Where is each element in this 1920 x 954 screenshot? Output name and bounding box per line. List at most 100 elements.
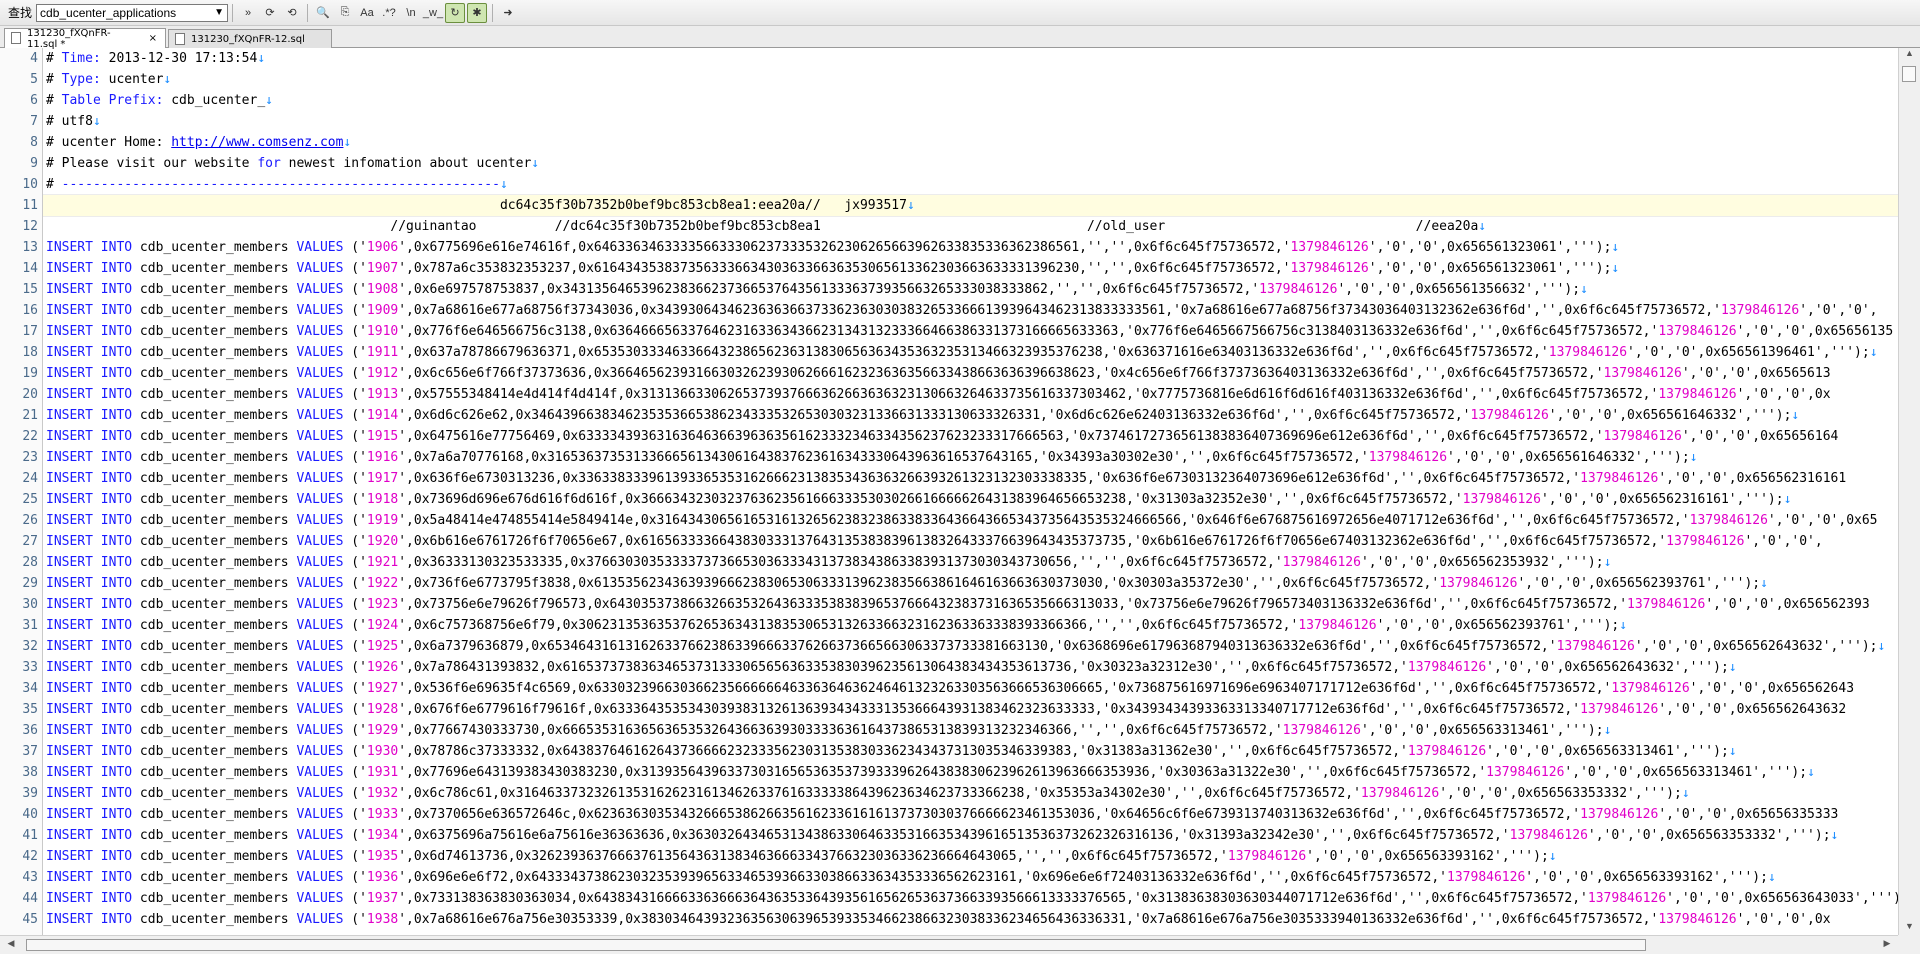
- tab-file-12[interactable]: 131230_fXQnFR-12.sql: [168, 29, 332, 48]
- line-number: 8: [30, 135, 38, 150]
- code-line[interactable]: INSERT INTO cdb_ucenter_members VALUES (…: [43, 888, 1899, 909]
- code-line[interactable]: INSERT INTO cdb_ucenter_members VALUES (…: [43, 615, 1899, 636]
- expand-icon[interactable]: »: [238, 3, 258, 23]
- code-line[interactable]: INSERT INTO cdb_ucenter_members VALUES (…: [43, 636, 1899, 657]
- find-combobox[interactable]: ▼: [36, 3, 229, 22]
- code-token: Type:: [61, 72, 101, 87]
- wrap-icon[interactable]: ↻: [445, 2, 466, 23]
- close-icon[interactable]: ×: [149, 33, 157, 44]
- sql-keyword: INSERT INTO: [46, 597, 133, 612]
- search-icon[interactable]: 🔍: [313, 3, 333, 23]
- code-line[interactable]: INSERT INTO cdb_ucenter_members VALUES (…: [43, 594, 1899, 615]
- vertical-scrollbar[interactable]: ▲ ▼: [1898, 48, 1920, 935]
- code-line[interactable]: INSERT INTO cdb_ucenter_members VALUES (…: [43, 363, 1899, 384]
- sql-keyword: INSERT INTO: [46, 702, 133, 717]
- line-number: 19: [22, 366, 38, 381]
- scroll-right-icon[interactable]: ▶: [1880, 938, 1894, 949]
- code-line[interactable]: INSERT INTO cdb_ucenter_members VALUES (…: [43, 468, 1899, 489]
- code-line[interactable]: # Time: 2013-12-30 17:13:54↓: [43, 48, 1899, 69]
- code-line[interactable]: INSERT INTO cdb_ucenter_members VALUES (…: [43, 783, 1899, 804]
- tab-file-11[interactable]: 131230_fXQnFR-11.sql * ×: [4, 28, 166, 50]
- url-link[interactable]: http://www.comsenz.com: [171, 135, 343, 150]
- code-line[interactable]: INSERT INTO cdb_ucenter_members VALUES (…: [43, 258, 1899, 279]
- code-line[interactable]: INSERT INTO cdb_ucenter_members VALUES (…: [43, 867, 1899, 888]
- code-line[interactable]: INSERT INTO cdb_ucenter_members VALUES (…: [43, 405, 1899, 426]
- code-line[interactable]: //guinantao //dc64c35f30b7352b0bef9bc853…: [43, 216, 1899, 237]
- code-line[interactable]: INSERT INTO cdb_ucenter_members VALUES (…: [43, 384, 1899, 405]
- code-line[interactable]: INSERT INTO cdb_ucenter_members VALUES (…: [43, 321, 1899, 342]
- go-icon[interactable]: ➜: [498, 3, 518, 23]
- line-break-mark: ↓: [1830, 828, 1839, 843]
- code-token: ','0','0',0x656562316161: [1658, 471, 1847, 486]
- code-line[interactable]: INSERT INTO cdb_ucenter_members VALUES (…: [43, 342, 1899, 363]
- scroll-thumb[interactable]: [1902, 66, 1916, 82]
- sql-string: 1923: [366, 597, 399, 612]
- code-line[interactable]: INSERT INTO cdb_ucenter_members VALUES (…: [43, 279, 1899, 300]
- code-line[interactable]: INSERT INTO cdb_ucenter_members VALUES (…: [43, 573, 1899, 594]
- code-line[interactable]: INSERT INTO cdb_ucenter_members VALUES (…: [43, 426, 1899, 447]
- sql-string: 1927: [366, 681, 399, 696]
- line-number: 20: [22, 387, 38, 402]
- regex-icon[interactable]: .*?: [379, 3, 399, 23]
- code-line[interactable]: INSERT INTO cdb_ucenter_members VALUES (…: [43, 489, 1899, 510]
- code-line[interactable]: INSERT INTO cdb_ucenter_members VALUES (…: [43, 237, 1899, 258]
- code-line[interactable]: INSERT INTO cdb_ucenter_members VALUES (…: [43, 657, 1899, 678]
- code-editor[interactable]: 4 5 6 7 8 9 10 11 12 13 14 15 16 17 18 19 20 21 22 23 24 25 26…: [0, 48, 1920, 935]
- code-token: ','0','0',0x: [1736, 912, 1831, 927]
- line-number: 18: [22, 345, 38, 360]
- code-line[interactable]: # ucenter Home: http://www.comsenz.com↓: [43, 132, 1899, 153]
- code-line[interactable]: INSERT INTO cdb_ucenter_members VALUES (…: [43, 678, 1899, 699]
- whole-word-icon[interactable]: _w_: [423, 3, 443, 23]
- scroll-thumb-horizontal[interactable]: [26, 939, 1646, 951]
- code-line[interactable]: INSERT INTO cdb_ucenter_members VALUES (…: [43, 552, 1899, 573]
- code-line[interactable]: INSERT INTO cdb_ucenter_members VALUES (…: [43, 825, 1899, 846]
- scroll-up-icon[interactable]: ▲: [1899, 48, 1920, 62]
- highlight-all-icon[interactable]: ✱: [467, 2, 488, 23]
- code-line[interactable]: dc64c35f30b7352b0bef9bc853cb8ea1:eea20a/…: [43, 194, 1899, 217]
- chevron-down-icon[interactable]: ▼: [214, 7, 224, 18]
- line-number: 37: [22, 744, 38, 759]
- code-token: (': [343, 807, 367, 822]
- code-line[interactable]: INSERT INTO cdb_ucenter_members VALUES (…: [43, 804, 1899, 825]
- match-case-icon[interactable]: Aa: [357, 3, 377, 23]
- scroll-down-icon[interactable]: ▼: [1899, 921, 1920, 935]
- copy-icon[interactable]: ⎘: [335, 3, 355, 23]
- table-name: cdb_ucenter_members: [132, 555, 297, 570]
- code-token: (': [343, 387, 367, 402]
- code-token: ',0x6775696e616e74616f,0x646336346333356…: [398, 240, 1291, 255]
- newline-icon[interactable]: \n: [401, 3, 421, 23]
- code-token: (': [343, 471, 367, 486]
- code-area[interactable]: # Time: 2013-12-30 17:13:54↓ # Type: ucen…: [42, 48, 1899, 935]
- code-line[interactable]: INSERT INTO cdb_ucenter_members VALUES (…: [43, 720, 1899, 741]
- line-number: 33: [22, 660, 38, 675]
- find-prev-icon[interactable]: ⟲: [282, 3, 302, 23]
- sql-keyword: VALUES: [296, 807, 344, 822]
- code-token: ','0','0',0x656562393: [1705, 597, 1870, 612]
- sql-keyword: INSERT INTO: [46, 870, 133, 885]
- code-token: ',0x77696e643139383430383230,0x313935643…: [398, 765, 1487, 780]
- sql-string: 1909: [366, 303, 399, 318]
- scroll-left-icon[interactable]: ◀: [4, 938, 18, 949]
- horizontal-scrollbar[interactable]: ◀ ▶: [0, 935, 1898, 954]
- sql-string: 1379846126: [1580, 702, 1659, 717]
- sql-string: 1906: [366, 240, 399, 255]
- code-line[interactable]: INSERT INTO cdb_ucenter_members VALUES (…: [43, 447, 1899, 468]
- code-line[interactable]: INSERT INTO cdb_ucenter_members VALUES (…: [43, 300, 1899, 321]
- code-token: (': [343, 282, 367, 297]
- code-line[interactable]: INSERT INTO cdb_ucenter_members VALUES (…: [43, 510, 1899, 531]
- code-line[interactable]: # Please visit our website for newest in…: [43, 153, 1899, 174]
- code-line[interactable]: # Table Prefix: cdb_ucenter_↓: [43, 90, 1899, 111]
- find-next-icon[interactable]: ⟳: [260, 3, 280, 23]
- sql-keyword: INSERT INTO: [46, 828, 133, 843]
- code-token: (': [343, 744, 367, 759]
- code-line[interactable]: INSERT INTO cdb_ucenter_members VALUES (…: [43, 741, 1899, 762]
- code-line[interactable]: INSERT INTO cdb_ucenter_members VALUES (…: [43, 699, 1899, 720]
- code-line[interactable]: INSERT INTO cdb_ucenter_members VALUES (…: [43, 846, 1899, 867]
- code-line[interactable]: INSERT INTO cdb_ucenter_members VALUES (…: [43, 909, 1899, 930]
- code-line[interactable]: INSERT INTO cdb_ucenter_members VALUES (…: [43, 531, 1899, 552]
- code-line[interactable]: INSERT INTO cdb_ucenter_members VALUES (…: [43, 762, 1899, 783]
- code-line[interactable]: # Type: ucenter↓: [43, 69, 1899, 90]
- code-line[interactable]: # --------------------------------------…: [43, 174, 1899, 195]
- find-input[interactable]: [37, 4, 214, 21]
- code-line[interactable]: # utf8↓: [43, 111, 1899, 132]
